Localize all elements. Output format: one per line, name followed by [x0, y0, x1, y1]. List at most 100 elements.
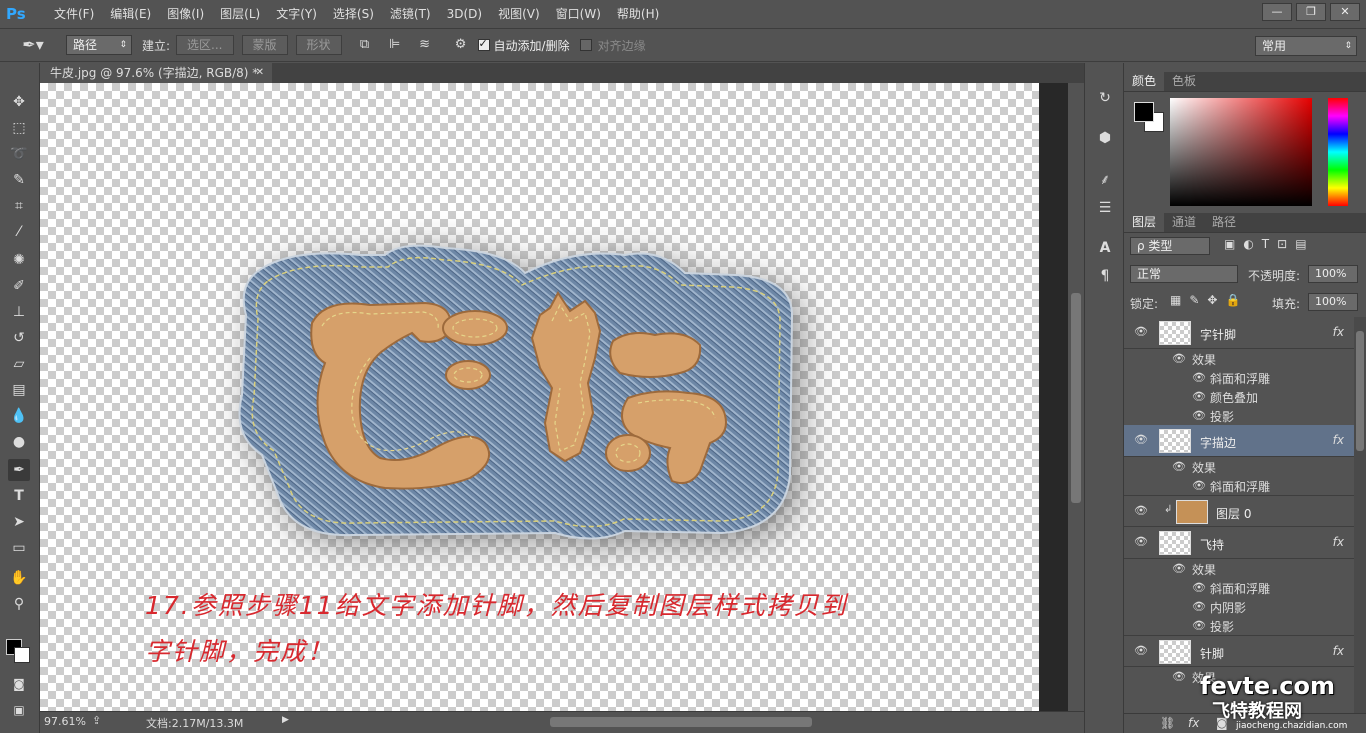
fx-icon[interactable]: fx: [1333, 433, 1344, 447]
zoom-tool-icon[interactable]: ⚲: [8, 593, 30, 615]
menu-3d[interactable]: 3D(D): [439, 0, 490, 28]
eye-icon[interactable]: 👁: [1172, 563, 1186, 575]
dodge-tool-icon[interactable]: ●: [8, 431, 30, 453]
layer-row[interactable]: 👁 字针脚 fx: [1124, 317, 1354, 349]
workspace-select[interactable]: 常用 ⇕: [1255, 36, 1357, 56]
make-shape-button[interactable]: 形状: [295, 35, 342, 55]
close-icon[interactable]: ✕: [256, 63, 264, 83]
lock-icons[interactable]: ▦✎✥🔒: [1170, 293, 1248, 307]
auto-add-delete-checkbox[interactable]: [477, 37, 490, 51]
blend-mode-select[interactable]: 正常: [1130, 265, 1238, 283]
clone-stamp-tool-icon[interactable]: ⊥: [8, 301, 30, 323]
make-selection-button[interactable]: 选区...: [176, 35, 234, 55]
effect-row[interactable]: 👁 斜面和浮雕: [1124, 368, 1354, 387]
effect-row[interactable]: 👁 颜色叠加: [1124, 387, 1354, 406]
screen-mode-icon[interactable]: ▣: [8, 699, 30, 721]
tab-swatches[interactable]: 色板: [1164, 72, 1204, 91]
quick-mask-icon[interactable]: ◙: [8, 673, 30, 695]
eye-icon[interactable]: 👁: [1134, 536, 1148, 548]
brush-panel-icon[interactable]: ⸙: [1094, 169, 1116, 191]
menu-window[interactable]: 窗口(W): [548, 0, 609, 28]
path-alignment-icon[interactable]: ⊫: [384, 35, 406, 55]
fx-icon[interactable]: fx: [1333, 644, 1344, 658]
eye-icon[interactable]: 👁: [1134, 645, 1148, 657]
effects-row[interactable]: 👁 效果: [1124, 457, 1354, 476]
effects-row[interactable]: 👁 效果: [1124, 559, 1354, 578]
hand-tool-icon[interactable]: ✋: [8, 567, 30, 589]
effect-row[interactable]: 👁 斜面和浮雕: [1124, 476, 1354, 495]
menu-view[interactable]: 视图(V): [490, 0, 548, 28]
scrollbar-thumb[interactable]: [550, 717, 812, 727]
layer-row[interactable]: 👁 ↲ 图层 0: [1124, 495, 1354, 527]
filter-icons[interactable]: ▣◐T⊡▤: [1224, 237, 1354, 255]
fx-icon[interactable]: fx: [1333, 535, 1344, 549]
restore-button[interactable]: ❐: [1296, 3, 1326, 21]
background-color-swatch[interactable]: [14, 647, 30, 663]
menu-edit[interactable]: 编辑(E): [102, 0, 159, 28]
healing-brush-tool-icon[interactable]: ✺: [8, 249, 30, 271]
eye-icon[interactable]: 👁: [1134, 326, 1148, 338]
layers-scrollbar[interactable]: [1354, 317, 1366, 713]
eye-icon[interactable]: 👁: [1192, 480, 1206, 492]
link-icon[interactable]: ⛓: [1160, 716, 1175, 730]
brush-tool-icon[interactable]: ✐: [8, 275, 30, 297]
3d-panel-icon[interactable]: ⬢: [1094, 127, 1116, 149]
gear-icon[interactable]: ⚙: [450, 35, 472, 55]
quick-selection-tool-icon[interactable]: ✎: [8, 169, 30, 191]
move-tool-icon[interactable]: ✥: [8, 91, 30, 113]
layer-row[interactable]: 👁 飞持 fx: [1124, 527, 1354, 559]
path-arrangement-icon[interactable]: ≋: [414, 35, 436, 55]
zoom-level[interactable]: 97.61%: [44, 715, 86, 728]
layer-row-selected[interactable]: 👁 字描边 fx: [1124, 425, 1354, 457]
fx-icon[interactable]: fx: [1188, 716, 1199, 730]
tab-color[interactable]: 颜色: [1124, 72, 1165, 91]
play-icon[interactable]: ▶: [282, 715, 289, 725]
fill-input[interactable]: 100%: [1308, 293, 1358, 311]
document-canvas[interactable]: 17.参照步骤11给文字添加针脚，然后复制图层样式拷贝到 字针脚，完成！: [40, 83, 1039, 711]
eye-icon[interactable]: 👁: [1192, 391, 1206, 403]
foreground-color-swatch[interactable]: [1134, 102, 1154, 122]
document-size-info[interactable]: 文档:2.17M/13.3M: [146, 715, 243, 731]
type-tool-icon[interactable]: T: [8, 485, 30, 507]
eye-icon[interactable]: 👁: [1192, 601, 1206, 613]
character-panel-icon[interactable]: A: [1094, 237, 1116, 259]
menu-image[interactable]: 图像(I): [159, 0, 212, 28]
eye-icon[interactable]: 👁: [1192, 372, 1206, 384]
crop-tool-icon[interactable]: ⌗: [8, 195, 30, 217]
lasso-tool-icon[interactable]: ➰: [8, 143, 30, 165]
align-edges-checkbox[interactable]: [579, 39, 592, 51]
close-button[interactable]: ✕: [1330, 3, 1360, 21]
effect-row[interactable]: 👁 斜面和浮雕: [1124, 578, 1354, 597]
tab-layers[interactable]: 图层: [1124, 213, 1165, 232]
minimize-button[interactable]: —: [1262, 3, 1292, 21]
eye-icon[interactable]: 👁: [1172, 353, 1186, 365]
canvas-horizontal-scrollbar[interactable]: [300, 715, 1060, 729]
eye-icon[interactable]: 👁: [1192, 620, 1206, 632]
scrollbar-thumb[interactable]: [1071, 293, 1081, 503]
gradient-tool-icon[interactable]: ▤: [8, 379, 30, 401]
fx-icon[interactable]: fx: [1333, 325, 1344, 339]
menu-select[interactable]: 选择(S): [325, 0, 382, 28]
effect-row[interactable]: 👁 投影: [1124, 616, 1354, 635]
document-tab[interactable]: 牛皮.jpg @ 97.6% (字描边, RGB/8) * ✕: [40, 63, 272, 83]
eye-icon[interactable]: 👁: [1172, 461, 1186, 473]
opacity-input[interactable]: 100%: [1308, 265, 1358, 283]
effect-row[interactable]: 👁 内阴影: [1124, 597, 1354, 616]
rectangle-tool-icon[interactable]: ▭: [8, 537, 30, 559]
make-mask-button[interactable]: 蒙版: [241, 35, 288, 55]
path-operations-icon[interactable]: ⧉: [354, 35, 376, 55]
adjustments-panel-icon[interactable]: ☰: [1094, 197, 1116, 219]
menu-layer[interactable]: 图层(L): [212, 0, 268, 28]
eye-icon[interactable]: 👁: [1192, 410, 1206, 422]
blur-tool-icon[interactable]: 💧: [8, 405, 30, 427]
history-panel-icon[interactable]: ↻: [1094, 87, 1116, 109]
path-selection-tool-icon[interactable]: ➤: [8, 511, 30, 533]
marquee-tool-icon[interactable]: ⬚: [8, 117, 30, 139]
eraser-tool-icon[interactable]: ▱: [8, 353, 30, 375]
menu-type[interactable]: 文字(Y): [268, 0, 325, 28]
menu-file[interactable]: 文件(F): [46, 0, 102, 28]
hue-slider[interactable]: [1328, 98, 1348, 206]
history-brush-tool-icon[interactable]: ↺: [8, 327, 30, 349]
eye-icon[interactable]: 👁: [1134, 505, 1148, 517]
color-field[interactable]: [1170, 98, 1312, 206]
